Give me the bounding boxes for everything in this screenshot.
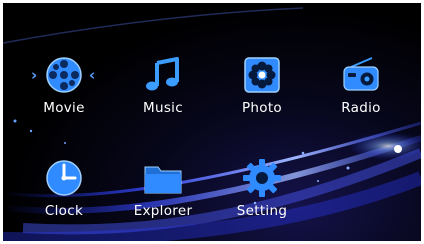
folder-icon <box>144 166 182 194</box>
radio-icon <box>343 57 379 91</box>
menu-item-label: Setting <box>236 203 288 219</box>
menu-item-label: Music <box>143 100 183 116</box>
clock-icon <box>46 160 82 196</box>
menu-item-explorer[interactable]: Explorer <box>113 158 213 238</box>
menu-item-movie[interactable]: › ‹ Movie <box>14 55 114 135</box>
menu-item-label: Explorer <box>133 203 193 219</box>
menu-item-label: Photo <box>241 100 282 116</box>
menu-item-radio[interactable]: Radio <box>311 55 411 135</box>
menu-item-label: Clock <box>44 203 84 219</box>
flower-icon <box>244 57 280 93</box>
menu-item-label: Radio <box>341 100 381 116</box>
film-reel-icon <box>46 57 82 93</box>
selection-left-marker: › <box>31 66 38 84</box>
menu-item-music[interactable]: Music <box>113 55 213 135</box>
menu-item-photo[interactable]: Photo <box>212 55 312 135</box>
menu-item-setting[interactable]: Setting <box>212 158 312 238</box>
menu-item-clock[interactable]: Clock <box>14 158 114 238</box>
home-screen: › ‹ Movie Music Photo Radio Clock Explor… <box>3 3 421 241</box>
selection-right-marker: ‹ <box>89 66 96 84</box>
music-note-icon <box>146 57 179 91</box>
menu-item-label: Movie <box>43 100 85 116</box>
gear-icon <box>243 159 281 197</box>
